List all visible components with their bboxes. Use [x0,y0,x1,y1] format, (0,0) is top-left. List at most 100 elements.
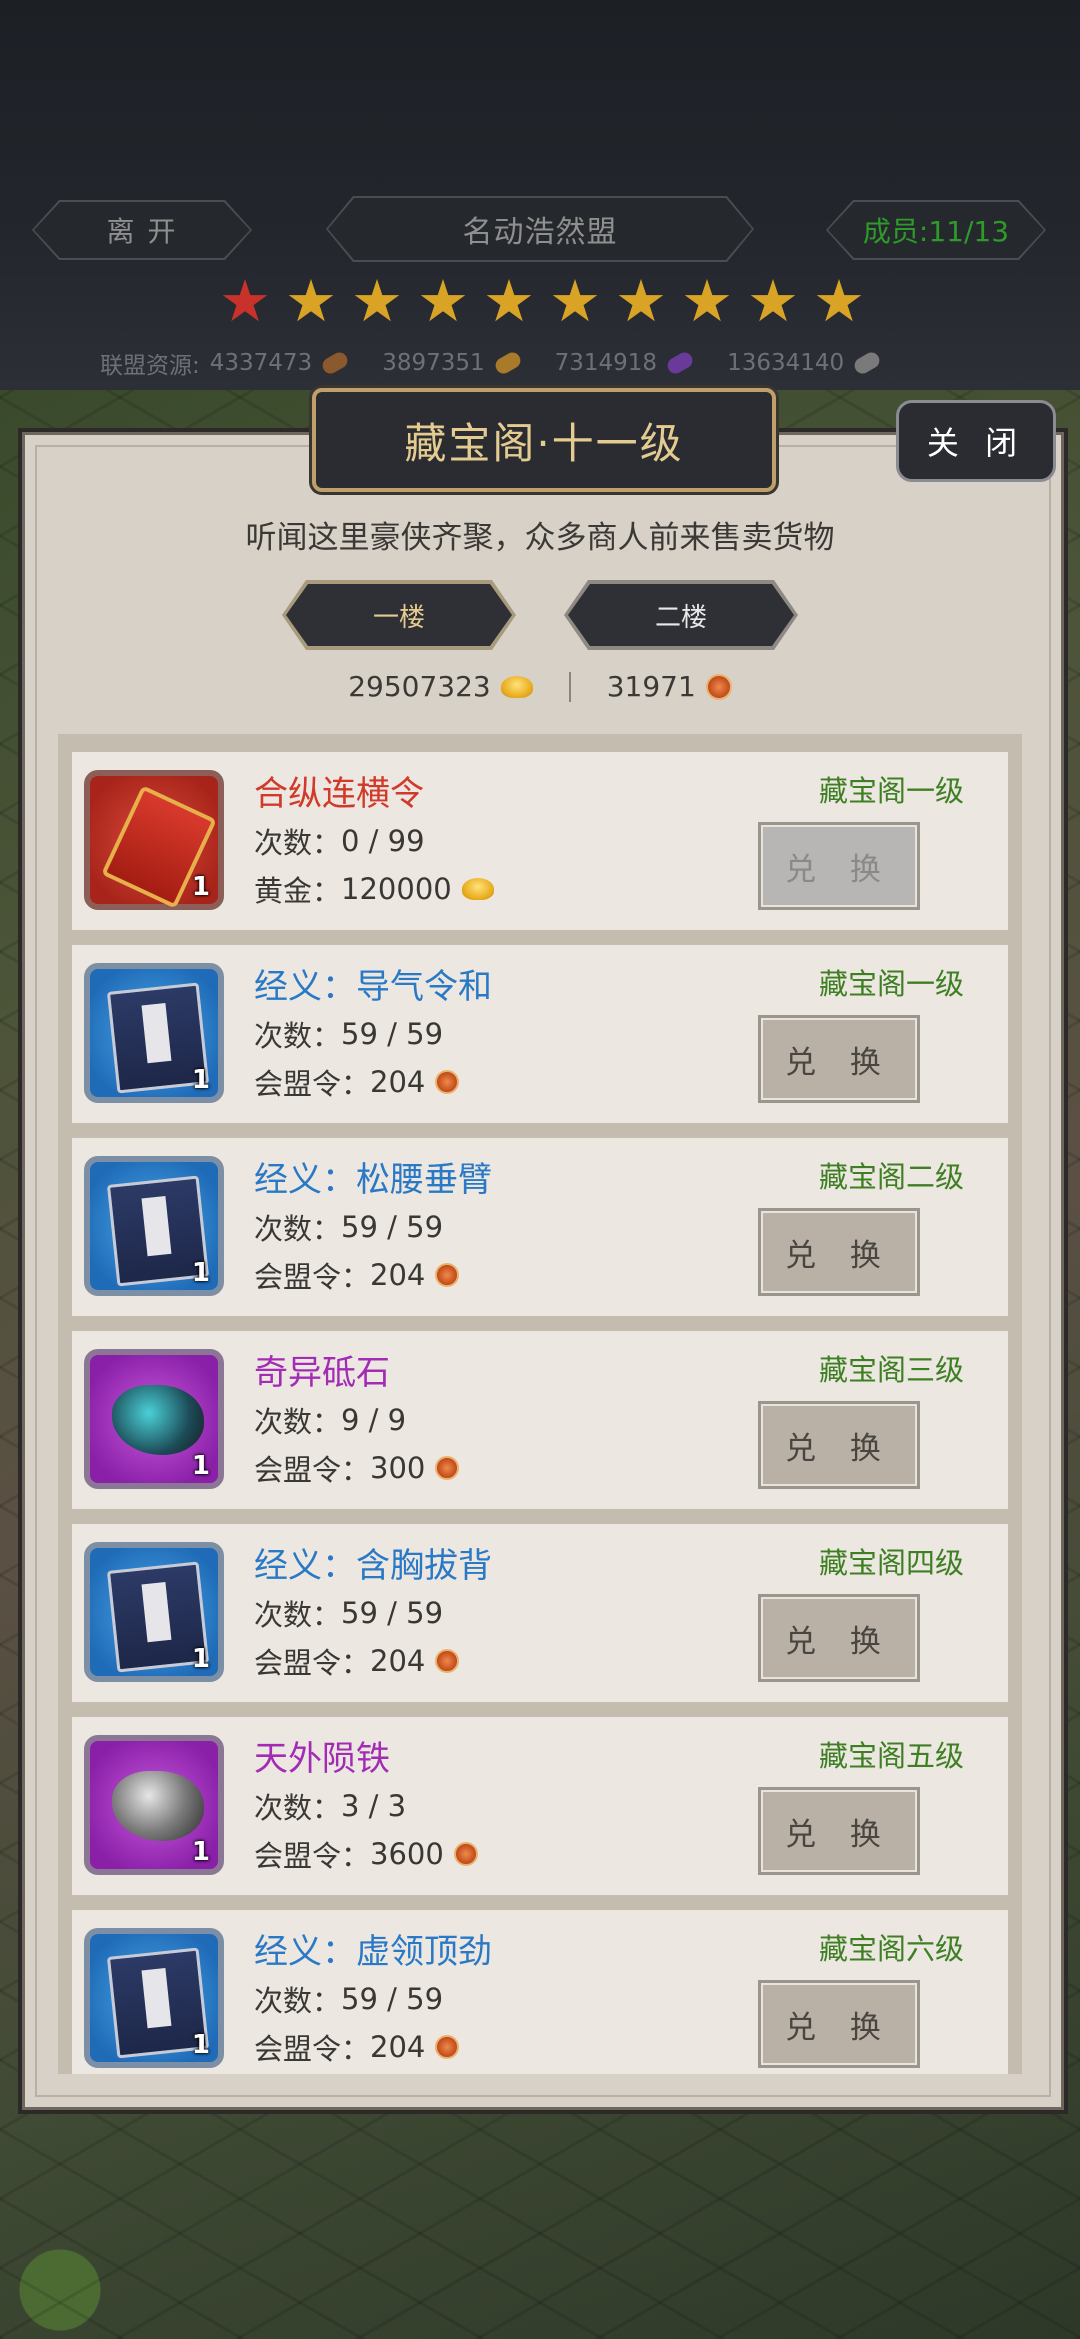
alliance-resources: 联盟资源: 4337473 3897351 7314918 13634140 [100,346,883,380]
alliance-token-icon [435,1649,460,1673]
item-icon[interactable]: 1 [84,963,224,1103]
cost-label: 会盟令： [254,1646,371,1680]
cost-label: 黄金： [254,874,342,908]
members-badge[interactable]: 成员:11/13 [828,202,1044,258]
item-name: 合纵连横令 [254,774,424,814]
resource-crystal-value: 7314918 [554,350,658,376]
currency-divider [568,671,571,702]
required-level: 藏宝阁六级 [818,1932,964,1966]
list-item: 1 天外陨铁 次数： 3 / 3 会盟令： 3600 藏宝阁五级兑 换 [72,1717,1008,1895]
alliance-token-icon [705,673,732,700]
item-name: 经义：含胸拔背 [254,1546,492,1586]
item-count-line: 次数： 3 / 3 [254,1785,406,1827]
item-icon[interactable]: 1 [84,1735,224,1875]
count-label: 次数： [254,1019,342,1053]
star-icon: ★ [285,267,337,335]
exchange-button[interactable]: 兑 换 [758,1015,920,1103]
star-icon: ★ [747,267,799,335]
alliance-stars: ★ ★ ★ ★ ★ ★ ★ ★ ★ ★ [216,272,868,330]
cost-value: 204 [370,1644,426,1678]
star-icon: ★ [813,267,865,335]
item-count-line: 次数： 9 / 9 [254,1399,406,1441]
item-count-line: 次数： 59 / 59 [254,1206,443,1248]
exchange-button[interactable]: 兑 换 [758,1401,920,1489]
list-item: 1 经义：松腰垂臂 次数： 59 / 59 会盟令： 204 藏宝阁二级兑 换 [72,1138,1008,1316]
item-icon[interactable]: 1 [84,770,224,910]
item-quantity: 1 [191,1451,210,1481]
leave-button[interactable]: 离 开 [34,202,250,258]
star-icon: ★ [615,267,667,335]
exchange-button[interactable]: 兑 换 [758,822,920,910]
item-cost-line: 黄金： 120000 [254,868,494,910]
item-count-line: 次数： 0 / 99 [254,820,425,862]
cost-label: 会盟令： [254,1453,371,1487]
resource-grain-value: 3897351 [382,350,485,376]
item-cost-line: 会盟令： 204 [254,1640,460,1682]
required-level: 藏宝阁五级 [818,1739,964,1773]
item-cost-line: 会盟令： 3600 [254,1833,478,1875]
item-icon[interactable]: 1 [84,1928,224,2068]
alliance-name: 名动浩然盟 [328,198,752,260]
gold-amount: 29507323 [348,670,491,703]
cost-value: 204 [370,2030,426,2064]
count-value: 3 / 3 [341,1789,407,1823]
count-value: 0 / 99 [341,824,425,858]
alliance-token-icon [435,1456,460,1480]
count-label: 次数： [254,1212,342,1246]
count-value: 59 / 59 [341,1210,444,1244]
cost-value: 204 [370,1258,426,1292]
item-quantity: 1 [191,1644,210,1674]
gold-ingot-icon [500,675,533,698]
item-name: 奇异砥石 [254,1353,390,1393]
star-icon-red: ★ [219,267,271,335]
count-label: 次数： [254,826,342,860]
list-item: 1 经义：虚领顶劲 次数： 59 / 59 会盟令： 204 藏宝阁六级兑 换 [72,1910,1008,2074]
top-background [0,0,1080,390]
tab-floor-2[interactable]: 二楼 [568,584,794,646]
item-name: 经义：松腰垂臂 [254,1160,492,1200]
exchange-button[interactable]: 兑 换 [758,1980,920,2068]
resource-iron-value: 13634140 [727,350,845,376]
alliance-token-icon [435,1070,460,1094]
alliance-token-icon [435,1263,460,1287]
count-value: 59 / 59 [341,1596,444,1630]
crystal-icon [664,349,696,377]
item-cost-line: 会盟令： 204 [254,1254,460,1296]
cost-label: 会盟令： [254,1067,371,1101]
exchange-button[interactable]: 兑 换 [758,1208,920,1296]
star-icon: ★ [681,267,733,335]
list-item: 1 奇异砥石次数： 9 / 9 会盟令： 300 藏宝阁三级兑 换 [72,1331,1008,1509]
close-button[interactable]: 关 闭 [896,400,1056,482]
item-cost-line: 会盟令： 204 [254,1061,460,1103]
item-quantity: 1 [191,872,210,902]
tab-floor-1[interactable]: 一楼 [286,584,512,646]
cost-value: 120000 [341,872,452,906]
cost-value: 300 [370,1451,426,1485]
panel-title: 藏宝阁·十一级 [312,388,776,492]
exchange-button[interactable]: 兑 换 [758,1787,920,1875]
count-label: 次数： [254,1598,342,1632]
item-name: 经义：导气令和 [254,967,492,1007]
item-icon[interactable]: 1 [84,1349,224,1489]
required-level: 藏宝阁三级 [818,1353,964,1387]
cost-value: 3600 [370,1837,444,1871]
iron-icon [851,349,883,377]
item-icon[interactable]: 1 [84,1542,224,1682]
item-quantity: 1 [191,1837,210,1867]
item-count-line: 次数： 59 / 59 [254,1978,443,2020]
star-icon: ★ [549,267,601,335]
exchange-button[interactable]: 兑 换 [758,1594,920,1682]
item-icon[interactable]: 1 [84,1156,224,1296]
item-cost-line: 会盟令： 300 [254,1447,460,1489]
star-icon: ★ [483,267,535,335]
required-level: 藏宝阁一级 [818,967,964,1001]
item-name: 经义：虚领顶劲 [254,1932,492,1972]
item-count-line: 次数： 59 / 59 [254,1013,443,1055]
token-amount: 31971 [606,670,696,703]
alliance-token-icon [435,2035,460,2059]
count-value: 59 / 59 [341,1017,444,1051]
resources-label: 联盟资源: [100,353,200,379]
count-label: 次数： [254,1405,342,1439]
item-quantity: 1 [191,1258,210,1288]
shop-item-list[interactable]: 1 合纵连横令 次数： 0 / 99 黄金： 120000 藏宝阁一级兑 换 1 经义：导气令和… [58,734,1022,2074]
